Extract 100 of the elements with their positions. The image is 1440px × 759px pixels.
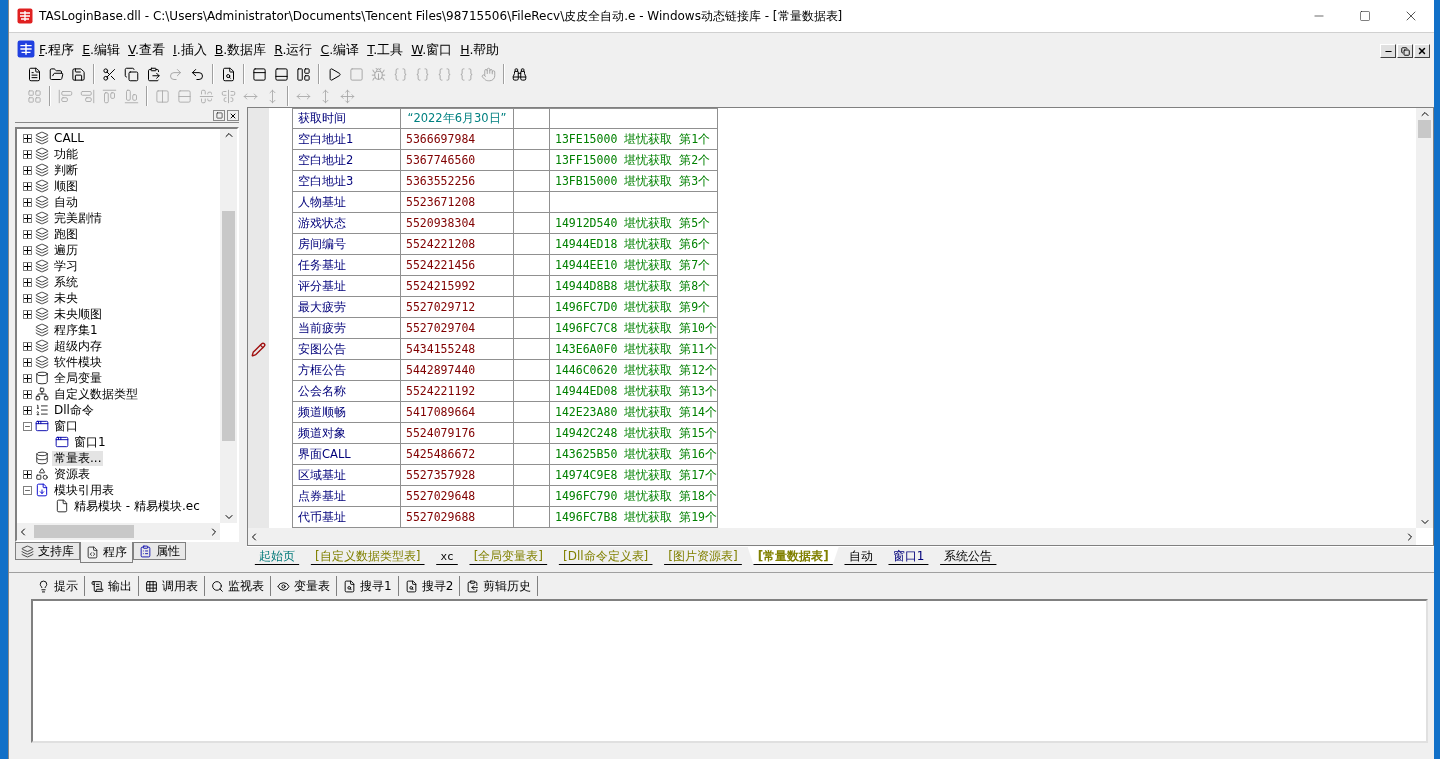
output-tab[interactable]: 剪辑历史 <box>460 576 539 596</box>
editor-tab[interactable]: [自定义数据类型表] <box>305 547 431 565</box>
editor-tab[interactable]: [常量数据表] <box>747 547 839 565</box>
expand-icon[interactable] <box>23 277 32 287</box>
restore-button[interactable] <box>1397 44 1413 58</box>
tree-item[interactable]: 自定义数据类型 <box>52 386 140 402</box>
expand-icon[interactable] <box>23 389 32 399</box>
tree-item[interactable]: 模块引用表 <box>52 482 116 498</box>
menu-item[interactable]: T.工具 <box>363 40 408 61</box>
expand-icon[interactable] <box>23 309 32 319</box>
table-cell <box>514 465 550 486</box>
constant-name: 区域基址 <box>292 465 401 486</box>
output-tab[interactable]: 变量表 <box>271 576 337 596</box>
expand-icon[interactable] <box>23 469 32 479</box>
expand-icon[interactable] <box>23 181 32 191</box>
editor-tab[interactable]: [全局变量表] <box>463 547 553 565</box>
menu-item[interactable]: I.插入 <box>169 40 211 61</box>
tree-item[interactable]: 软件模块 <box>52 354 104 370</box>
constant-value: 5523671208 <box>401 192 514 213</box>
editor-tab[interactable]: 窗口1 <box>882 547 935 565</box>
expand-icon[interactable] <box>23 341 32 351</box>
paste-icon <box>145 66 161 82</box>
menu-item[interactable]: E.编辑 <box>78 40 125 61</box>
panel-layout-icon <box>273 66 289 82</box>
editor-tab[interactable]: 自动 <box>838 547 883 565</box>
scroll-thumb[interactable] <box>33 525 134 538</box>
expand-icon[interactable] <box>23 405 32 415</box>
constant-name: 人物基址 <box>292 192 401 213</box>
expand-icon[interactable] <box>23 213 32 223</box>
close-button[interactable] <box>227 110 239 121</box>
close-icon <box>229 111 237 120</box>
expand-icon[interactable] <box>23 293 32 303</box>
tree-item[interactable]: 跑图 <box>52 226 80 242</box>
expand-icon[interactable] <box>23 149 32 159</box>
tree-item[interactable]: 精易模块 - 精易模块.ec <box>72 498 202 514</box>
output-tab[interactable]: 监视表 <box>205 576 271 596</box>
menu-item[interactable]: W.窗口 <box>407 40 457 61</box>
output-tab[interactable]: 提示 <box>31 576 85 596</box>
tree-item[interactable]: 判断 <box>52 162 80 178</box>
minimize-button[interactable] <box>1380 44 1396 58</box>
menu-item[interactable]: C.编译 <box>316 40 364 61</box>
menu-item[interactable]: F.程序 <box>35 40 79 61</box>
expand-icon[interactable] <box>23 261 32 271</box>
panel-tab[interactable]: 支持库 <box>15 542 80 560</box>
tree-item[interactable]: Dll命令 <box>52 402 96 418</box>
tree-item[interactable]: 遍历 <box>52 242 80 258</box>
expand-icon[interactable] <box>23 165 32 175</box>
output-tab[interactable]: 输出 <box>85 576 139 596</box>
tree-item[interactable]: 顺图 <box>52 178 80 194</box>
tree-item[interactable]: 程序集1 <box>52 322 100 338</box>
tree-item[interactable]: CALL <box>52 130 86 146</box>
tree-item[interactable]: 常量表... <box>52 450 104 466</box>
output-tab[interactable]: 搜寻2 <box>398 576 461 596</box>
scroll-thumb[interactable] <box>222 211 235 441</box>
expand-icon[interactable] <box>23 133 32 143</box>
tree-item[interactable]: 窗口 <box>52 418 80 434</box>
constant-comment: 14944D8B8 堪忧获取 第8个 <box>550 276 718 297</box>
window-title: TASLoginBase.dll - C:\Users\Administrator\Documents\Tencent Files\98715506\FileRecv\皮皮全自动.e - Windows动态链接库 - [常量数据表] <box>39 7 844 25</box>
expand-icon[interactable] <box>23 229 32 239</box>
constant-value: 5363552256 <box>401 171 514 192</box>
expand-icon[interactable] <box>23 245 32 255</box>
scrollbar[interactable] <box>220 129 237 523</box>
menu-item[interactable]: V.查看 <box>124 40 169 61</box>
editor-tab[interactable]: 起始页 <box>249 547 305 565</box>
find-icon <box>220 66 236 82</box>
tree-item[interactable]: 系统 <box>52 274 80 290</box>
tree-item[interactable]: 全局变量 <box>52 370 104 386</box>
columns-icon <box>154 88 170 104</box>
tree-item[interactable]: 窗口1 <box>72 434 108 450</box>
tree-item[interactable]: 学习 <box>52 258 80 274</box>
output-tab[interactable]: 调用表 <box>139 576 205 596</box>
tree-item[interactable]: 未央 <box>52 290 80 306</box>
scrollbar[interactable] <box>248 528 1416 545</box>
tree-item[interactable]: 自动 <box>52 194 80 210</box>
tree-item[interactable]: 功能 <box>52 146 80 162</box>
panel-tab[interactable]: 程序 <box>80 542 133 563</box>
open-folder-icon <box>48 66 64 82</box>
tree-item[interactable]: 完美剧情 <box>52 210 104 226</box>
output-tab[interactable]: 搜寻1 <box>337 576 399 596</box>
constant-value: 5524221208 <box>401 234 514 255</box>
editor-tab[interactable]: [图片资源表] <box>658 547 748 565</box>
expand-icon[interactable] <box>23 357 32 367</box>
tree-item[interactable]: 资源表 <box>52 466 92 482</box>
editor-tab[interactable]: 系统公告 <box>934 547 1003 565</box>
tree-item[interactable]: 未央顺图 <box>52 306 104 322</box>
editor-tab[interactable]: xc <box>430 547 464 565</box>
scrollbar[interactable] <box>17 523 220 540</box>
editor-tab[interactable]: [Dll命令定义表] <box>553 547 659 565</box>
menu-item[interactable]: B.数据库 <box>210 40 271 61</box>
collapse-icon[interactable] <box>23 421 32 431</box>
scroll-thumb[interactable] <box>1418 120 1431 138</box>
tree-item[interactable]: 超级内存 <box>52 338 104 354</box>
expand-icon[interactable] <box>23 373 32 383</box>
collapse-icon[interactable] <box>23 485 32 495</box>
constant-comment: 143E6A0F0 堪忧获取 第11个 <box>550 339 718 360</box>
menu-item[interactable]: R.运行 <box>270 40 317 61</box>
scrollbar[interactable] <box>1416 108 1433 528</box>
menu-item[interactable]: H.帮助 <box>456 40 504 61</box>
expand-icon[interactable] <box>23 197 32 207</box>
panel-tab[interactable]: 属性 <box>133 542 186 560</box>
